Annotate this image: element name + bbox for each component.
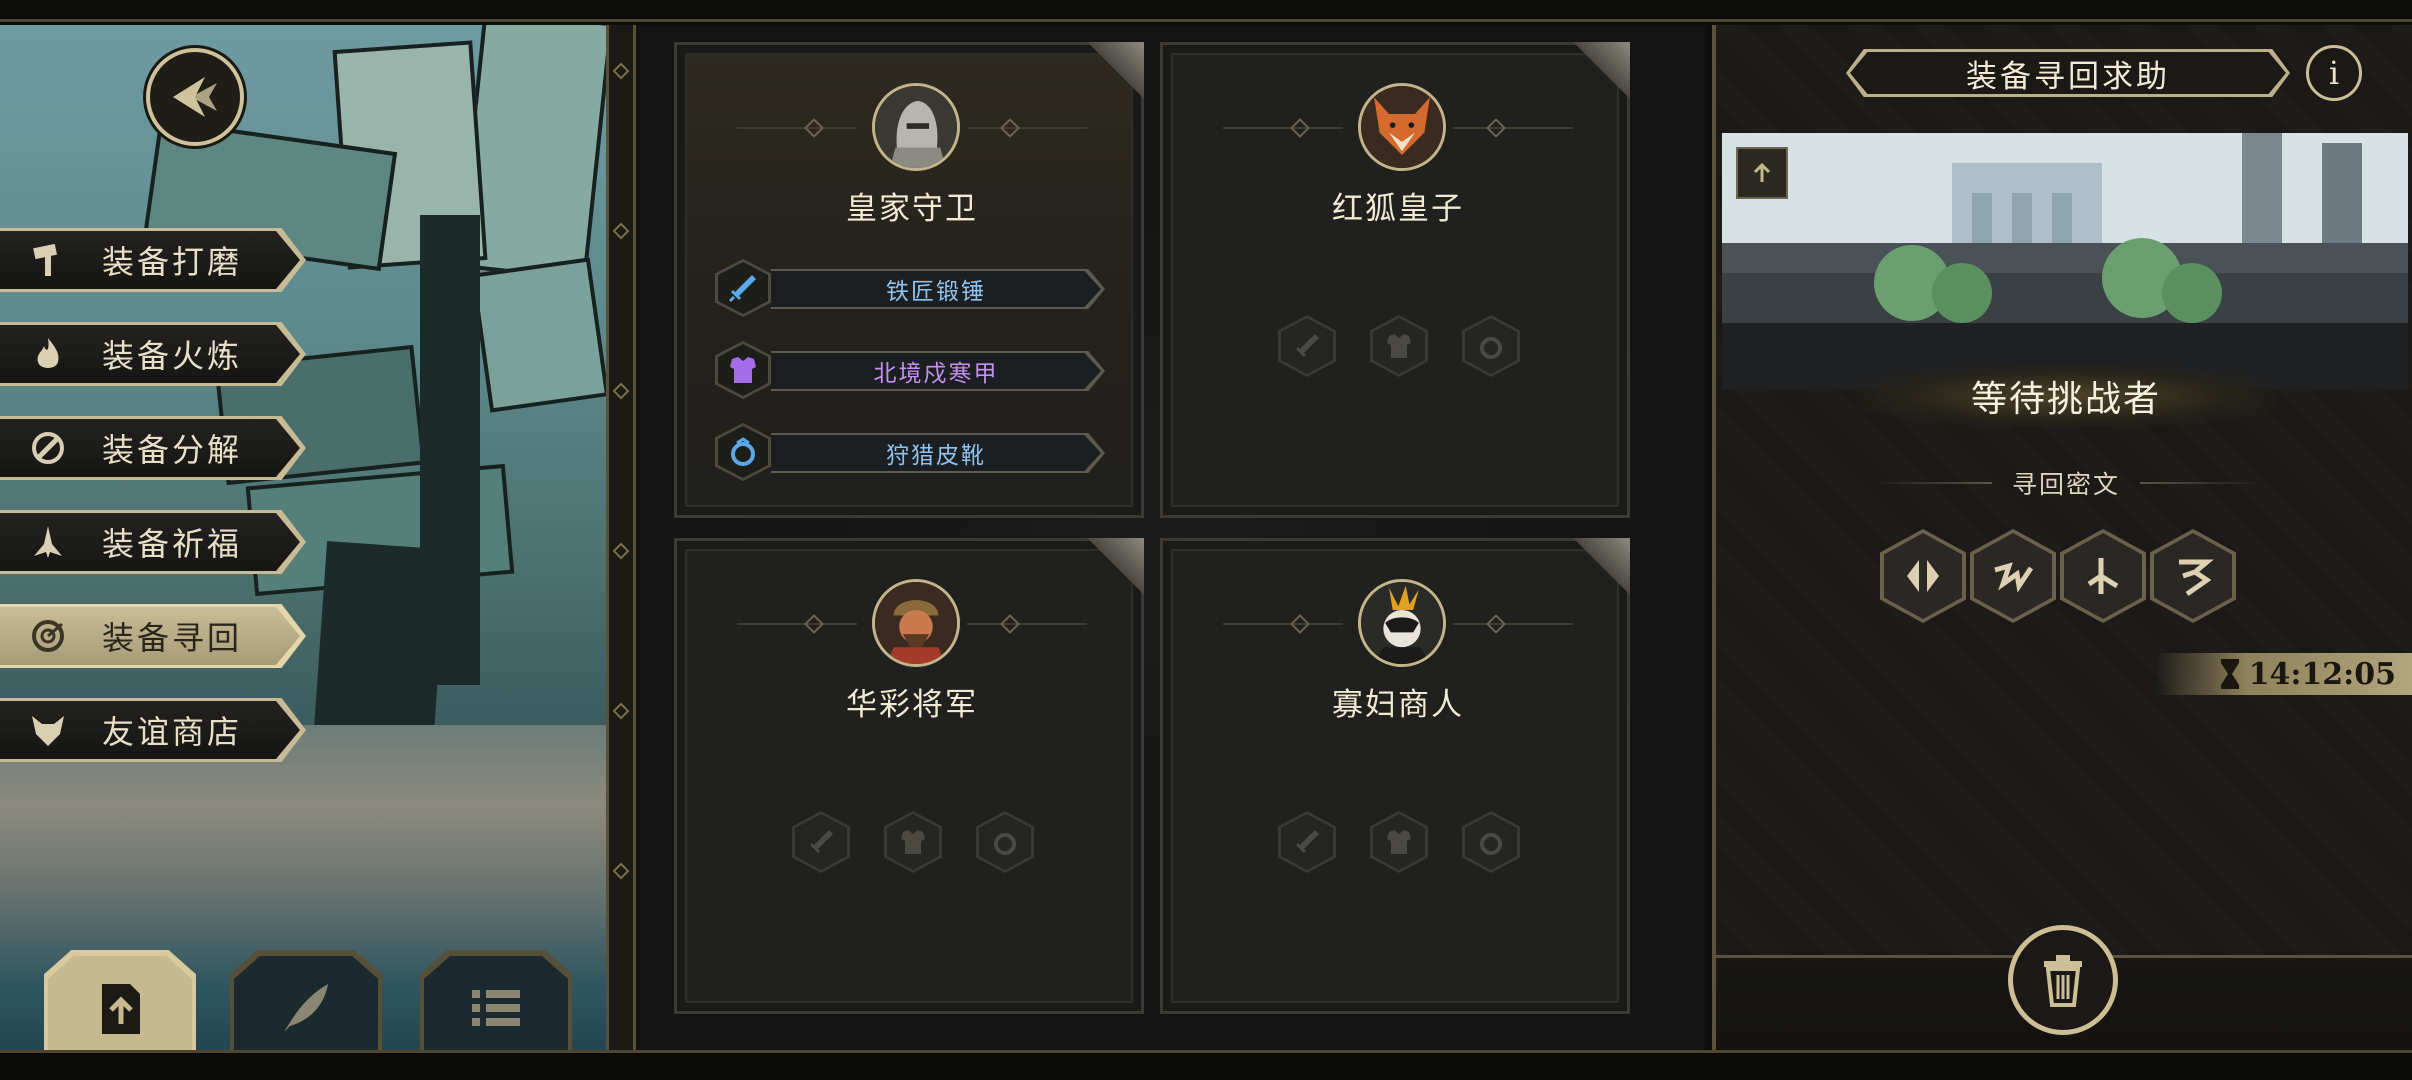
menu-item-disassemble[interactable]: 装备分解 bbox=[0, 416, 306, 480]
empty-weapon-slot[interactable] bbox=[1278, 811, 1336, 873]
menu-item-forge[interactable]: 装备火炼 bbox=[0, 322, 306, 386]
trash-icon bbox=[2044, 955, 2082, 1007]
equipment-name: 狩猎皮靴 bbox=[771, 435, 1101, 471]
menu-item-polish[interactable]: 装备打磨 bbox=[0, 228, 306, 292]
armor-icon bbox=[1387, 830, 1411, 854]
armor-icon bbox=[901, 830, 925, 854]
armor-icon bbox=[730, 357, 756, 383]
list-button[interactable] bbox=[420, 950, 572, 1060]
feather-button[interactable] bbox=[230, 950, 382, 1060]
equipment-name: 铁匠锻锤 bbox=[771, 271, 1101, 307]
menu-label: 装备打磨 bbox=[102, 243, 243, 281]
pray-icon bbox=[24, 518, 72, 566]
ring-icon bbox=[1480, 337, 1502, 359]
target-icon bbox=[24, 612, 72, 660]
retrieve-help-panel: 装备寻回求助 i 等待挑战者 寻回密文 14:12:05 bbox=[1712, 25, 2412, 1050]
empty-accessory-slot[interactable] bbox=[1462, 811, 1520, 873]
hammer-icon bbox=[24, 236, 72, 284]
equipment-row[interactable]: 铁匠锻锤 bbox=[715, 259, 1115, 317]
fox-prince-portrait-icon bbox=[1358, 83, 1446, 171]
character-name: 寡妇商人 bbox=[1332, 687, 1464, 723]
character-name: 皇家守卫 bbox=[846, 191, 978, 227]
empty-accessory-slot[interactable] bbox=[1462, 315, 1520, 377]
back-button[interactable] bbox=[146, 48, 244, 146]
bottom-frame bbox=[0, 1050, 2412, 1080]
disassemble-icon bbox=[24, 424, 72, 472]
status-label: 等待挑战者 bbox=[1856, 365, 2276, 427]
menu-item-retrieve[interactable]: 装备寻回 bbox=[0, 604, 306, 668]
cipher-section-title: 寻回密文 bbox=[1872, 463, 2261, 503]
character-card-general[interactable]: 华彩将军 bbox=[674, 538, 1144, 1014]
upload-icon bbox=[102, 984, 140, 1034]
armor-icon bbox=[1387, 334, 1411, 358]
equipment-name: 北境戍寒甲 bbox=[771, 353, 1101, 389]
countdown-timer: 14:12:05 bbox=[2156, 653, 2412, 695]
menu-label: 装备分解 bbox=[102, 431, 243, 469]
ring-icon bbox=[1480, 833, 1502, 855]
info-button[interactable]: i bbox=[2306, 45, 2362, 101]
upload-button[interactable] bbox=[44, 950, 196, 1060]
fox-icon bbox=[24, 706, 72, 754]
empty-weapon-slot[interactable] bbox=[792, 811, 850, 873]
rune-3-icon bbox=[2087, 558, 2119, 594]
menu-label: 装备火炼 bbox=[102, 337, 243, 375]
hourglass-icon bbox=[2220, 659, 2239, 689]
list-icon bbox=[472, 990, 520, 1026]
menu-item-friendship-shop[interactable]: 友谊商店 bbox=[0, 698, 306, 762]
character-card-royal-guard[interactable]: 皇家守卫 铁匠锻锤 北境戍寒甲 狩猎皮靴 bbox=[674, 42, 1144, 518]
feather-icon bbox=[284, 984, 328, 1032]
character-card-red-fox-prince[interactable]: 红狐皇子 bbox=[1160, 42, 1630, 518]
knight-portrait-icon bbox=[872, 83, 960, 171]
top-frame bbox=[0, 0, 2412, 22]
timer-text: 14:12:05 bbox=[2248, 656, 2396, 692]
general-portrait-icon bbox=[872, 579, 960, 667]
rune-1-icon bbox=[1907, 560, 1939, 592]
empty-accessory-slot[interactable] bbox=[976, 811, 1034, 873]
character-card-widow-merchant[interactable]: 寡妇商人 bbox=[1160, 538, 1630, 1014]
equipment-row[interactable]: 狩猎皮靴 bbox=[715, 423, 1115, 481]
menu-item-bless[interactable]: 装备祈福 bbox=[0, 510, 306, 574]
empty-armor-slot[interactable] bbox=[1370, 811, 1428, 873]
widow-merchant-portrait-icon bbox=[1358, 579, 1446, 667]
character-name: 华彩将军 bbox=[846, 687, 978, 723]
empty-armor-slot[interactable] bbox=[1370, 315, 1428, 377]
sword-icon bbox=[1295, 334, 1319, 358]
panel-title: 装备寻回求助 bbox=[1850, 52, 2286, 94]
empty-weapon-slot[interactable] bbox=[1278, 315, 1336, 377]
back-arrow-icon bbox=[173, 77, 217, 117]
ring-icon bbox=[994, 833, 1016, 855]
sword-icon bbox=[809, 830, 833, 854]
banner-upload-button[interactable] bbox=[1736, 147, 1788, 199]
empty-armor-slot[interactable] bbox=[884, 811, 942, 873]
sword-icon bbox=[1295, 830, 1319, 854]
character-name: 红狐皇子 bbox=[1332, 191, 1464, 227]
rune-2-icon bbox=[1994, 562, 2034, 593]
equipment-row[interactable]: 北境戍寒甲 bbox=[715, 341, 1115, 399]
flame-icon bbox=[24, 330, 72, 378]
menu-label: 装备祈福 bbox=[102, 525, 243, 563]
menu-label: 友谊商店 bbox=[102, 713, 243, 751]
menu-label: 装备寻回 bbox=[102, 619, 243, 657]
discard-button[interactable] bbox=[2008, 925, 2118, 1035]
rune-4-icon bbox=[2179, 559, 2214, 597]
ring-icon bbox=[731, 437, 755, 466]
upload-icon bbox=[1753, 162, 1771, 182]
sword-icon bbox=[728, 275, 756, 303]
panel-title-frame: 装备寻回求助 bbox=[1846, 49, 2290, 97]
scene-border bbox=[606, 25, 636, 1050]
stage-banner-image bbox=[1722, 133, 2408, 389]
